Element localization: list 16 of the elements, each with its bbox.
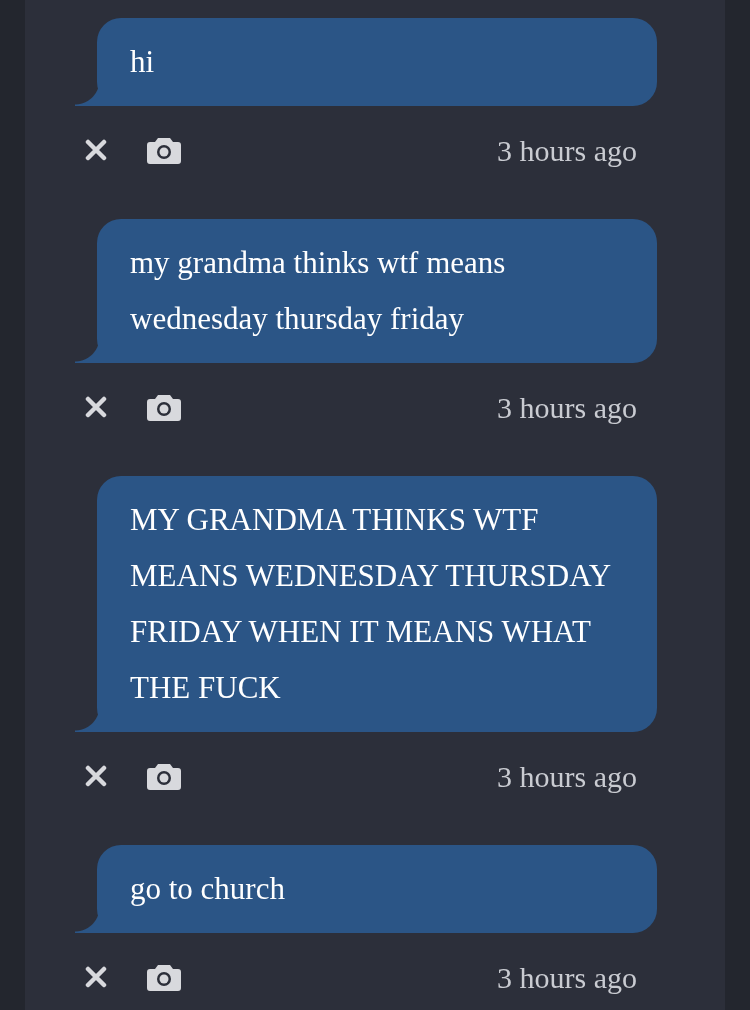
camera-icon[interactable] [147,136,181,164]
timestamp: 3 hours ago [497,758,637,795]
close-icon[interactable] [85,765,107,787]
message-bubble: MY GRANDMA THINKS WTF MEANS WEDNESDAY THURSDAY FRIDAY WHEN IT MEANS WHAT THE FUCK [75,476,657,732]
camera-icon[interactable] [147,762,181,790]
camera-icon[interactable] [147,963,181,991]
timestamp: 3 hours ago [497,132,637,169]
timestamp: 3 hours ago [497,959,637,996]
close-icon[interactable] [85,396,107,418]
timestamp: 3 hours ago [497,389,637,426]
message-bubble: hi [75,18,657,106]
message-bubble: my grandma thinks wtf means wednesday thursday friday [75,219,657,363]
camera-icon[interactable] [147,393,181,421]
close-icon[interactable] [85,139,107,161]
close-icon[interactable] [85,966,107,988]
message-bubble: go to church [75,845,657,933]
